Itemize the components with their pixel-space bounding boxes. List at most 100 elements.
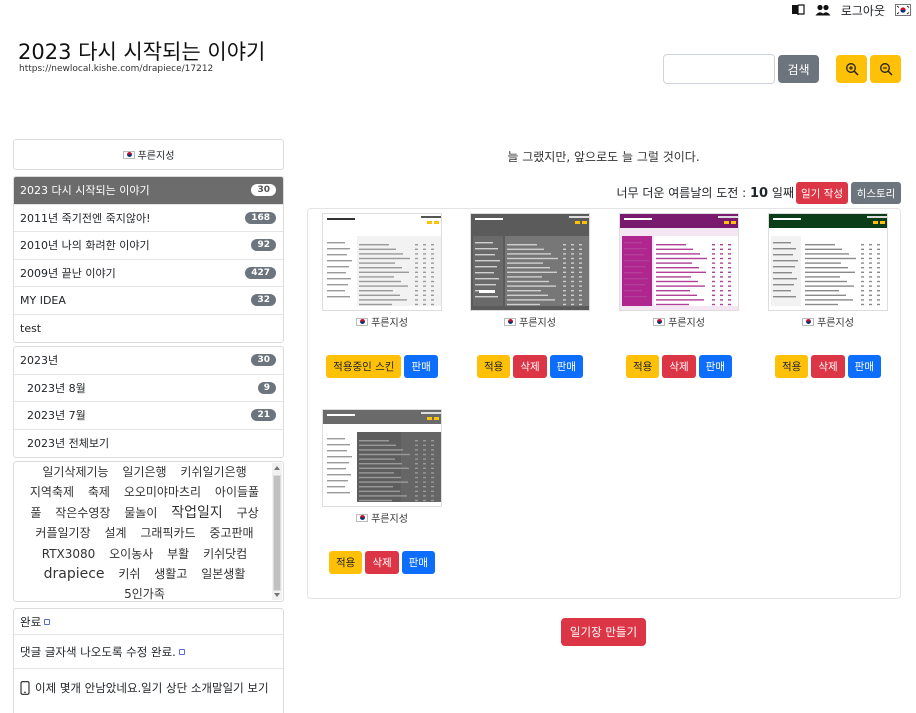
skin-thumbnail[interactable] bbox=[322, 409, 442, 507]
tag-link[interactable]: 커플일기장 bbox=[35, 526, 90, 540]
skin-sell-button[interactable]: 판매 bbox=[847, 355, 881, 378]
tag-link[interactable]: 구상 bbox=[237, 506, 259, 520]
skin-owner-name: 푸른지성 bbox=[519, 318, 556, 329]
skin-owner: 푸른지성 bbox=[605, 314, 753, 329]
comment-item[interactable]: 이제 몇개 안남았네요.일기 상단 소개말일기 보기 bbox=[14, 669, 283, 707]
create-diary-button[interactable]: 일기장 만들기 bbox=[561, 618, 646, 646]
tag-link[interactable]: 작업일지 bbox=[171, 505, 223, 521]
skin-apply-button[interactable]: 적용 bbox=[626, 355, 660, 378]
challenge-info: 너무 더운 여름날의 도전 : 10 일째 bbox=[616, 186, 794, 201]
scroll-up-icon[interactable] bbox=[274, 466, 280, 470]
tag-link[interactable]: 키쉬 bbox=[118, 567, 140, 581]
skin-delete-button[interactable]: 삭제 bbox=[365, 551, 399, 574]
skin-delete-button[interactable]: 삭제 bbox=[662, 355, 696, 378]
skin-apply-button[interactable]: 적용 bbox=[477, 355, 511, 378]
diary-list: 2023 다시 시작되는 이야기 30 2011년 죽기전엔 죽지않아! 168 2… bbox=[13, 176, 284, 343]
skin-card: 푸른지성 적용 삭제 판매 bbox=[754, 213, 902, 378]
tag-link[interactable]: 키쉬닷컴 bbox=[203, 547, 247, 561]
tag-link[interactable]: 오오미야마츠리 bbox=[124, 485, 201, 499]
tag-link[interactable]: 일본생활 bbox=[201, 567, 245, 581]
diary-item[interactable]: MY IDEA 32 bbox=[14, 287, 283, 315]
tag-link[interactable]: 생활고 bbox=[154, 567, 187, 581]
comment-item[interactable]: 댓글 글자색 나오도록 수정 완료. bbox=[14, 635, 283, 669]
search-input[interactable] bbox=[663, 54, 775, 84]
korea-flag-icon[interactable] bbox=[890, 0, 916, 20]
skin-actions: 적용 삭제 판매 bbox=[754, 355, 902, 378]
skin-sell-button[interactable]: 판매 bbox=[401, 551, 435, 574]
archive-item[interactable]: 2023년 30 bbox=[14, 347, 283, 375]
tag-link[interactable]: 아이들풀 bbox=[215, 485, 259, 499]
phone-icon bbox=[20, 681, 30, 695]
skin-card: 푸른지성적용 삭제 판매 bbox=[308, 409, 456, 574]
skin-owner: 푸른지성 bbox=[308, 314, 456, 329]
tag-link[interactable]: RTX3080 bbox=[42, 547, 96, 561]
tag-link[interactable]: 일기은행 bbox=[122, 465, 166, 479]
skin-owner: 푸른지성 bbox=[456, 314, 604, 329]
skin-thumbnail[interactable] bbox=[619, 213, 739, 311]
tag-cloud-content: 일기삭제기능 일기은행 키쉬일기은행 지역축제 축제 오오미야마츠리 아이들풀 … bbox=[18, 462, 271, 601]
skin-owner-name: 푸른지성 bbox=[371, 514, 408, 525]
diary-item[interactable]: test bbox=[14, 315, 283, 343]
history-button[interactable]: 히스토리 bbox=[851, 182, 901, 204]
skin-thumbnail[interactable] bbox=[322, 213, 442, 311]
diary-item[interactable]: 2010년 나의 화려한 이야기 92 bbox=[14, 232, 283, 260]
tag-link[interactable]: 지역축제 bbox=[30, 485, 74, 499]
comment-item[interactable]: 완료 bbox=[14, 609, 283, 635]
skin-sell-button[interactable]: 판매 bbox=[549, 355, 583, 378]
skin-apply-button[interactable]: 적용 bbox=[329, 551, 363, 574]
scrollbar-thumb[interactable] bbox=[273, 475, 281, 591]
count-badge: 21 bbox=[251, 409, 276, 422]
users-icon[interactable] bbox=[810, 0, 836, 20]
tag-link[interactable]: 부활 bbox=[167, 547, 189, 561]
archive-item[interactable]: 2023년 전체보기 bbox=[14, 430, 283, 458]
zoom-in-button[interactable] bbox=[836, 55, 867, 83]
tag-link[interactable]: 중고판매 bbox=[209, 526, 253, 540]
book-icon[interactable] bbox=[786, 0, 810, 20]
tag-link[interactable]: 작은수영장 bbox=[55, 506, 110, 520]
zoom-out-icon bbox=[879, 63, 893, 76]
count-badge: 168 bbox=[245, 211, 276, 224]
zoom-out-button[interactable] bbox=[870, 55, 901, 83]
search-button[interactable]: 검색 bbox=[778, 55, 819, 83]
owner-name: 푸른지성 bbox=[137, 151, 175, 162]
tag-link[interactable]: 풀 bbox=[30, 506, 41, 520]
skin-delete-button[interactable]: 삭제 bbox=[513, 355, 547, 378]
skin-owner-name: 푸른지성 bbox=[371, 318, 408, 329]
page-url[interactable]: https://newlocal.kishe.com/drapiece/1721… bbox=[19, 64, 213, 74]
zoom-in-icon bbox=[845, 63, 859, 76]
tag-link[interactable]: 5인가족 bbox=[124, 587, 165, 601]
tag-cloud-scrollbar[interactable] bbox=[272, 463, 282, 600]
write-diary-button[interactable]: 일기 작성 bbox=[796, 182, 848, 204]
logout-link[interactable]: 로그아웃 bbox=[836, 0, 890, 20]
tag-link[interactable]: 일기삭제기능 bbox=[42, 465, 108, 479]
archive-item[interactable]: 2023년 7월 21 bbox=[14, 402, 283, 430]
count-badge: 92 bbox=[251, 239, 276, 252]
skin-sell-button[interactable]: 판매 bbox=[698, 355, 732, 378]
skin-delete-button[interactable]: 삭제 bbox=[811, 355, 845, 378]
skin-sell-button[interactable]: 판매 bbox=[404, 355, 438, 378]
owner-box[interactable]: 푸른지성 bbox=[13, 139, 284, 170]
scroll-down-icon[interactable] bbox=[274, 593, 280, 597]
tag-link[interactable]: 물놀이 bbox=[124, 506, 157, 520]
tag-link[interactable]: 그래픽카드 bbox=[140, 526, 195, 540]
korea-flag-icon bbox=[356, 513, 369, 522]
diary-quote: 늘 그랬지만, 앞으로도 늘 그럴 것이다. bbox=[507, 150, 700, 164]
diary-item[interactable]: 2009년 끝난 이야기 427 bbox=[14, 260, 283, 287]
skin-apply-button[interactable]: 적용중인 스킨 bbox=[326, 355, 402, 378]
tag-link[interactable]: drapiece bbox=[44, 566, 105, 582]
archive-item[interactable]: 2023년 8월 9 bbox=[14, 375, 283, 402]
count-badge: 9 bbox=[257, 381, 276, 394]
skin-card: 푸른지성적용 삭제 판매 bbox=[456, 213, 604, 378]
skin-actions: 적용 삭제 판매 bbox=[308, 551, 456, 574]
tag-link[interactable]: 설계 bbox=[104, 526, 126, 540]
skin-thumbnail[interactable] bbox=[768, 213, 888, 311]
diary-item[interactable]: 2011년 죽기전엔 죽지않아! 168 bbox=[14, 205, 283, 232]
diary-item[interactable]: 2023 다시 시작되는 이야기 30 bbox=[14, 177, 283, 205]
tag-link[interactable]: 키쉬일기은행 bbox=[180, 465, 246, 479]
skin-apply-button[interactable]: 적용 bbox=[775, 355, 809, 378]
skin-thumbnail[interactable] bbox=[470, 213, 590, 311]
skin-owner-name: 푸른지성 bbox=[668, 318, 705, 329]
tag-link[interactable]: 축제 bbox=[88, 485, 110, 499]
skin-actions: 적용중인 스킨 판매 bbox=[308, 355, 456, 378]
tag-link[interactable]: 오이농사 bbox=[109, 547, 153, 561]
